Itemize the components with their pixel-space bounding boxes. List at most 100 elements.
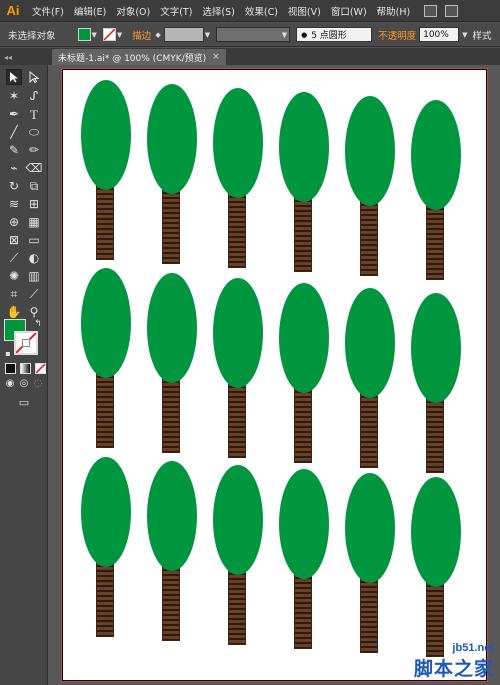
tree-trunk[interactable] [426,204,444,280]
bridge-icon[interactable] [424,4,438,17]
stroke-weight-field[interactable] [163,27,204,42]
draw-normal-icon[interactable]: ◉ [4,378,16,390]
tree-crown[interactable] [279,283,329,393]
artboard[interactable] [61,68,488,682]
menu-type[interactable]: 文字(T) [160,4,192,18]
menu-window[interactable]: 窗口(W) [331,4,367,18]
none-mode-icon[interactable] [35,363,46,374]
tree-trunk[interactable] [96,184,114,260]
menu-view[interactable]: 视图(V) [288,4,321,18]
tree-crown[interactable] [411,477,461,587]
style-label[interactable]: 样式 [473,28,492,42]
shape-builder-tool-icon[interactable]: ⊕ [6,214,22,230]
menu-object[interactable]: 对象(O) [116,4,150,18]
tree-trunk[interactable] [162,188,180,264]
stroke-swatch[interactable] [102,28,116,41]
eyedropper-tool-icon[interactable]: ⟋ [6,250,22,266]
color-mode-icon[interactable] [5,363,16,374]
selection-tool-icon[interactable] [6,69,22,85]
tree-trunk[interactable] [360,200,378,276]
rotate-tool-icon[interactable]: ↻ [6,178,22,194]
eraser-tool-icon[interactable]: ⌫ [26,160,43,176]
fill-dropdown-icon[interactable]: ▼ [92,31,97,39]
tree-crown[interactable] [213,465,263,575]
column-graph-tool-icon[interactable]: ▥ [26,268,42,284]
lasso-tool-icon[interactable]: ᔑ [26,88,42,104]
swap-fill-stroke-icon[interactable]: ↰ [32,318,44,330]
tree-crown[interactable] [411,100,461,210]
stroke-weight-stepper-icon[interactable]: ◆ [155,31,160,39]
panel-collapse-icon[interactable]: ◂◂ [4,53,12,62]
menu-file[interactable]: 文件(F) [32,4,64,18]
tree-trunk[interactable] [294,387,312,463]
arrange-documents-icon[interactable] [445,4,459,17]
gradient-mode-icon[interactable] [20,363,31,374]
tree-trunk[interactable] [426,397,444,473]
tree-crown[interactable] [81,80,131,190]
tree-crown[interactable] [345,288,395,398]
opacity-field[interactable]: 100% [419,27,460,42]
menu-select[interactable]: 选择(S) [202,4,234,18]
magic-wand-tool-icon[interactable]: ✶ [6,88,22,104]
fill-swatch[interactable] [77,28,91,41]
scale-tool-icon[interactable]: ⧉ [26,178,42,194]
tree-crown[interactable] [81,457,131,567]
tree-crown[interactable] [279,469,329,579]
slice-tool-icon[interactable]: ⟋ [26,286,42,302]
gradient-tool-icon[interactable]: ▭ [26,232,42,248]
tree-crown[interactable] [345,473,395,583]
tree-crown[interactable] [213,278,263,388]
tree-trunk[interactable] [360,577,378,653]
tree-trunk[interactable] [294,196,312,272]
draw-behind-icon[interactable]: ◎ [18,378,30,390]
direct-selection-tool-icon[interactable] [26,69,42,85]
menu-help[interactable]: 帮助(H) [377,4,411,18]
tree-trunk[interactable] [294,573,312,649]
tree-crown[interactable] [213,88,263,198]
mesh-tool-icon[interactable]: ⊠ [6,232,22,248]
tree-trunk[interactable] [228,382,246,458]
tree-trunk[interactable] [228,192,246,268]
tree-trunk[interactable] [96,561,114,637]
menu-edit[interactable]: 编辑(E) [74,4,106,18]
perspective-grid-tool-icon[interactable]: ▦ [26,214,42,230]
close-icon[interactable]: × [212,52,220,62]
ellipse-tool-icon[interactable]: ⬭ [26,124,42,140]
tree-trunk[interactable] [162,565,180,641]
tree-crown[interactable] [147,84,197,194]
tree-trunk[interactable] [228,569,246,645]
brush-definition[interactable]: ● 5 点圆形 [296,27,373,42]
pen-tool-icon[interactable]: ✒ [6,106,22,122]
tree-trunk[interactable] [96,372,114,448]
menu-effect[interactable]: 效果(C) [245,4,278,18]
tree-trunk[interactable] [162,377,180,453]
free-transform-tool-icon[interactable]: ⊞ [26,196,42,212]
paintbrush-tool-icon[interactable]: ✎ [6,142,22,158]
tree-crown[interactable] [147,273,197,383]
tree-crown[interactable] [411,293,461,403]
symbol-sprayer-tool-icon[interactable]: ✺ [6,268,22,284]
stroke-color-box[interactable] [14,331,38,355]
default-colors-icon[interactable]: ▪ [2,348,14,360]
tree-crown[interactable] [147,461,197,571]
draw-inside-icon[interactable]: ◌ [32,378,44,390]
line-tool-icon[interactable]: ╱ [6,124,22,140]
tree-crown[interactable] [345,96,395,206]
warp-tool-icon[interactable]: ≋ [6,196,22,212]
type-tool-icon[interactable]: T [26,106,42,122]
blob-brush-tool-icon[interactable]: ⌁ [6,160,22,176]
variable-width-profile[interactable]: ▼ [216,27,291,42]
opacity-label[interactable]: 不透明度 [378,28,416,42]
document-tab[interactable]: 未标题-1.ai* @ 100% (CMYK/预览) × [52,49,226,65]
pencil-tool-icon[interactable]: ✏ [26,142,42,158]
tree-crown[interactable] [81,268,131,378]
blend-tool-icon[interactable]: ◐ [26,250,42,266]
artboard-tool-icon[interactable]: ⌗ [6,286,22,302]
stroke-weight-dropdown-icon[interactable]: ▼ [205,31,210,39]
canvas-area[interactable]: jb51.net 脚本之家 [48,65,500,685]
stroke-label[interactable]: 描边 [132,28,151,42]
screen-mode-icon[interactable]: ▭ [16,395,32,409]
opacity-dropdown-icon[interactable]: ▼ [462,31,467,39]
hand-tool-icon[interactable]: ✋ [6,304,22,320]
tree-crown[interactable] [279,92,329,202]
